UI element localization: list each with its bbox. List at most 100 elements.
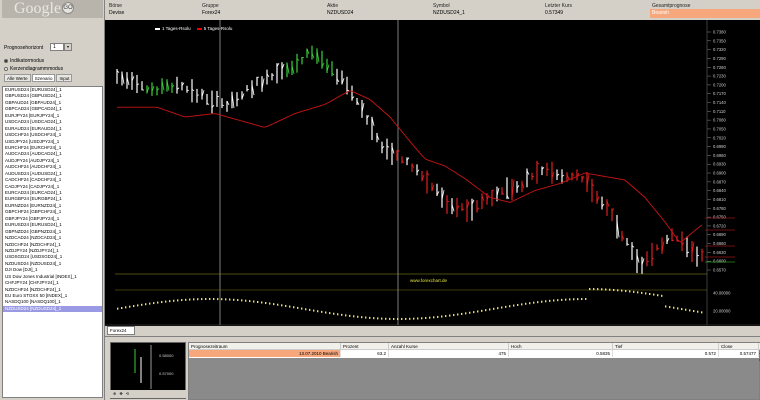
oscillator-dot <box>545 300 547 303</box>
oscillator-dot <box>585 298 587 301</box>
candle-tick <box>216 95 220 98</box>
oscillator-dot <box>141 303 143 306</box>
price-tick-label: 0.7260 <box>713 65 726 70</box>
oscillator-dot <box>385 317 387 320</box>
oscillator-dot <box>333 312 335 315</box>
bottom-tab[interactable]: Forex24 <box>107 326 135 335</box>
prognose-input[interactable]: 1 <box>50 43 64 51</box>
tab-alle-werte[interactable]: Alle Werte <box>4 74 31 82</box>
oscillator-dot <box>421 317 423 320</box>
oscillator-dot <box>257 301 259 304</box>
grid-header: Tief <box>613 343 719 350</box>
left-tabs: Alle Werte Szenario Input <box>4 74 73 82</box>
oscillator-dot <box>525 302 527 305</box>
oscillator-dot <box>565 298 567 301</box>
oscillator-dot <box>633 290 635 293</box>
option-candles[interactable]: Kerzendiagrammmodus <box>4 66 63 72</box>
chart-legend: 1 Tages-Rsolu 5 Tages-Rsolu <box>155 26 232 31</box>
instrument-list-item[interactable]: NZDUSD24 [NZDUSD24]_1 <box>3 305 102 313</box>
oscillator-dot <box>313 309 315 312</box>
oscillator-dot <box>377 317 379 320</box>
instrument-list[interactable]: EURUSD24 [EURUSD24]_1 GBPUSD24 [GBPUSD24]… <box>2 86 103 398</box>
oscillator-dot <box>433 316 435 319</box>
candle-tick <box>696 255 700 257</box>
oscillator-dot <box>609 288 611 291</box>
mini-chart-svg: 0.58000 0.57000 <box>134 345 174 389</box>
oscillator-dot <box>653 293 655 296</box>
oscillator-dot <box>689 309 691 312</box>
oscillator-dot <box>289 305 291 308</box>
grid-cell: 13.07.2010 Bearish <box>189 350 341 357</box>
oscillator-dot <box>397 317 399 320</box>
oscillator-dot <box>597 288 599 291</box>
moving-average-line <box>117 90 703 243</box>
chart-svg: 0.7380 0.7350 0.7320 0.7290 0.7260 0.7230 0.72… <box>105 20 760 326</box>
oscillator-dot <box>329 312 331 315</box>
oscillator-dot <box>213 298 215 301</box>
oscillator-dot <box>121 307 123 310</box>
oscillator-dot <box>697 310 699 313</box>
oscillator-dot <box>605 288 607 291</box>
grid-cell: 0.5835 <box>509 350 613 357</box>
mini-reset-icon[interactable]: ⟲ <box>126 390 129 398</box>
oscillator-dot <box>661 294 663 297</box>
grid-header: Anzahl Kurse <box>389 343 509 350</box>
oscillator-dot <box>217 298 219 301</box>
price-chart[interactable]: 0.7380 0.7350 0.7320 0.7290 0.7260 0.7230 0.72… <box>105 20 760 326</box>
mini-zoom-icon[interactable]: ⊕ <box>113 390 116 398</box>
oscillator-dot <box>357 315 359 318</box>
oscillator-dot <box>297 306 299 309</box>
tab-input[interactable]: Input <box>56 74 73 82</box>
osc-tick-label: 40.00000 <box>713 291 731 296</box>
oscillator-dot <box>417 317 419 320</box>
mini-toolbar: ⊕ ✥ ⟲ <box>110 390 186 398</box>
radio-indicators[interactable] <box>4 59 8 63</box>
price-tick-label: 0.7380 <box>713 30 726 35</box>
oscillator-dot <box>645 292 647 295</box>
candle-tick <box>256 76 260 78</box>
oscillator-dot <box>393 317 395 320</box>
oscillator-dot <box>561 298 563 301</box>
oscillator-dot <box>205 298 207 301</box>
oscillator-dot <box>601 288 603 291</box>
price-tick-label: 0.6990 <box>713 144 726 149</box>
mini-pan-icon[interactable]: ✥ <box>119 390 122 398</box>
price-tick-label: 0.6630 <box>713 250 726 255</box>
price-tick-label: 0.7050 <box>713 126 726 131</box>
oscillator-dot <box>281 304 283 307</box>
option-indicators[interactable]: Indikatormodus <box>4 58 44 64</box>
oscillator-dot <box>441 315 443 318</box>
oscillator-dot <box>301 307 303 310</box>
oscillator-dot <box>221 298 223 301</box>
go-button[interactable]: GO <box>62 2 74 14</box>
oscillator-dot <box>137 304 139 307</box>
grid-cell: 475 <box>389 350 509 357</box>
oscillator-dot <box>133 305 135 308</box>
oscillator-dot <box>401 317 403 320</box>
radio-candles[interactable] <box>4 67 8 71</box>
oscillator-dot <box>373 317 375 320</box>
legend-item-2: 5 Tages-Rsolu <box>196 26 232 31</box>
oscillator-dot <box>429 316 431 319</box>
oscillator-dot <box>353 315 355 318</box>
oscillator-dot <box>477 310 479 313</box>
oscillator-dot <box>465 312 467 315</box>
forecast-grid: Prognosezeitraum Prozent Anzahl Kurse Hoch T… <box>188 342 760 400</box>
oscillator-dot <box>549 299 551 302</box>
logo-text: Google <box>14 0 62 17</box>
grid-header: Prognosezeitraum <box>189 343 341 350</box>
oscillator-dot <box>381 317 383 320</box>
oscillator-dot <box>389 317 391 320</box>
oscillator-dot <box>185 298 187 301</box>
oscillator-dot <box>209 298 211 301</box>
grid-cell: 0.572 <box>613 350 719 357</box>
option-candles-label: Kerzendiagrammmodus <box>10 66 64 72</box>
oscillator-dot <box>541 300 543 303</box>
oscillator-dot <box>169 300 171 303</box>
prognose-dropdown-button[interactable]: ▾ <box>64 43 72 51</box>
bottom-separator <box>105 336 760 341</box>
tab-szenario[interactable]: Szenario <box>31 74 56 82</box>
grid-header: Prozent <box>341 343 389 350</box>
price-tick-label: 0.7140 <box>713 100 726 105</box>
candle-tick <box>346 89 350 91</box>
